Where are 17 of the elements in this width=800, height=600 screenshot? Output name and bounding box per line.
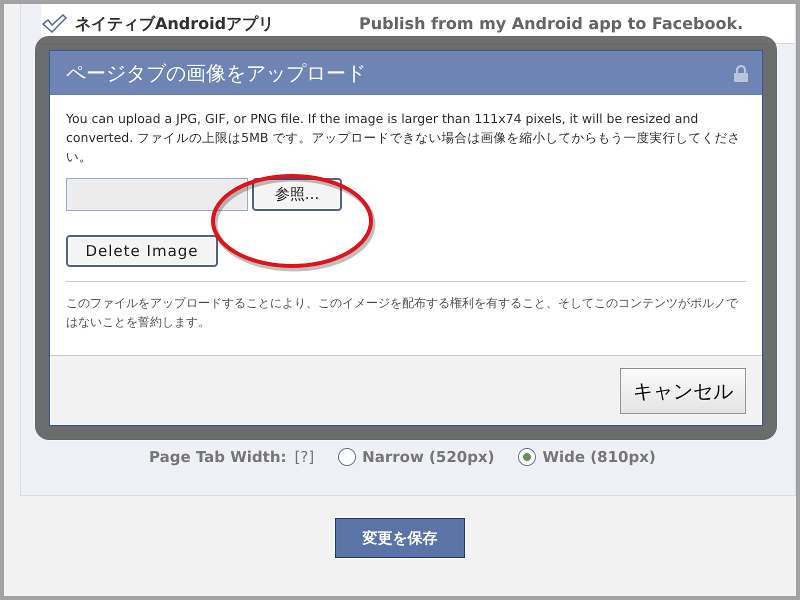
- browse-button[interactable]: 参照...: [252, 178, 342, 211]
- cancel-button[interactable]: キャンセル: [620, 368, 746, 414]
- dialog-title: ページタブの画像をアップロード: [66, 60, 366, 87]
- app-name: ネイティブAndroidアプリ: [75, 12, 276, 34]
- radio-label: Narrow (520px): [362, 447, 494, 468]
- help-link[interactable]: [?]: [294, 446, 314, 468]
- file-path-field[interactable]: [66, 178, 248, 211]
- lock-icon: [734, 64, 748, 82]
- radio-label: Wide (810px): [542, 447, 656, 468]
- save-button[interactable]: 変更を保存: [335, 518, 465, 558]
- delete-image-button[interactable]: Delete Image: [66, 235, 218, 267]
- app-description: Publish from my Android app to Facebook.: [359, 12, 744, 34]
- radio-button[interactable]: [518, 448, 536, 466]
- upload-instructions: You can upload a JPG, GIF, or PNG file. If the image is larger than 111x74 pixels, it will be resized and converted. ファイルの上限は5MB です。アップロードできない場合は画像を縮小してからもう一度実行してください。: [66, 110, 742, 166]
- radio-button[interactable]: [338, 448, 356, 466]
- page-tab-width-label: Page Tab Width:: [149, 447, 286, 468]
- upload-notice: このファイルをアップロードすることにより、このイメージを配布する権利を有すること、そしてこのコンテンツがポルノではないことを誓約します。: [66, 295, 740, 331]
